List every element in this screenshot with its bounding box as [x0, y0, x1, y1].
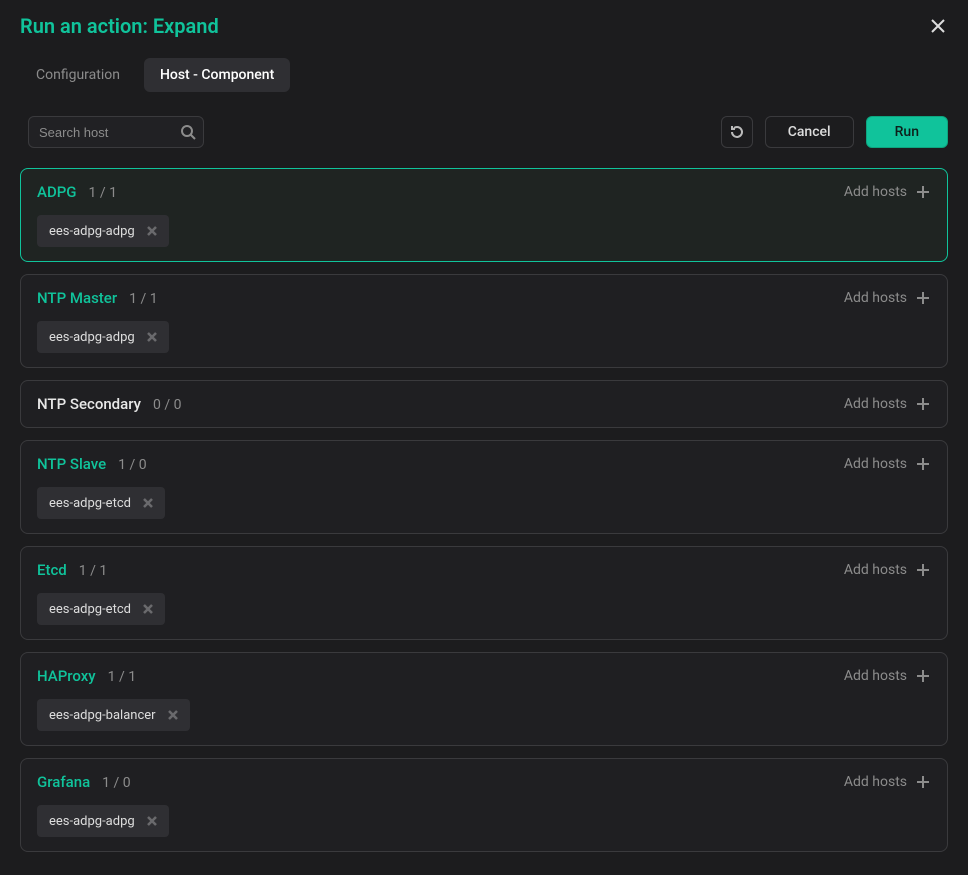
host-tags: ees-adpg-adpg	[37, 805, 931, 837]
group-title-wrap: Etcd 1 / 1	[37, 561, 107, 579]
add-hosts-button[interactable]: Add hosts	[844, 396, 931, 412]
group-count: 1 / 1	[129, 291, 157, 307]
add-hosts-label: Add hosts	[844, 562, 907, 578]
group-header: NTP Slave 1 / 0 Add hosts	[37, 455, 931, 473]
add-hosts-button[interactable]: Add hosts	[844, 774, 931, 790]
host-tag-label: ees-adpg-adpg	[49, 224, 135, 239]
group-name: Etcd	[37, 561, 67, 579]
close-icon	[930, 18, 946, 34]
tab-bar: Configuration Host - Component	[0, 40, 968, 92]
group-header: ADPG 1 / 1 Add hosts	[37, 183, 931, 201]
group-count: 1 / 1	[89, 185, 117, 201]
search-input[interactable]	[28, 116, 204, 148]
remove-host-icon[interactable]	[145, 814, 159, 828]
host-tag[interactable]: ees-adpg-adpg	[37, 321, 169, 353]
add-hosts-label: Add hosts	[844, 456, 907, 472]
host-tag[interactable]: ees-adpg-etcd	[37, 487, 165, 519]
host-tag-label: ees-adpg-etcd	[49, 602, 131, 617]
component-group: Etcd 1 / 1 Add hosts ees-adpg-etcd	[20, 546, 948, 640]
plus-icon	[915, 562, 931, 578]
group-header: Grafana 1 / 0 Add hosts	[37, 773, 931, 791]
remove-host-icon[interactable]	[141, 602, 155, 616]
reset-button[interactable]	[721, 116, 753, 148]
cancel-button[interactable]: Cancel	[765, 116, 854, 148]
host-tags: ees-adpg-adpg	[37, 215, 931, 247]
groups-list: ADPG1 / 1Add hostsees-adpg-adpgNTP Maste…	[0, 168, 968, 872]
add-hosts-button[interactable]: Add hosts	[844, 290, 931, 306]
plus-icon	[915, 184, 931, 200]
add-hosts-label: Add hosts	[844, 290, 907, 306]
add-hosts-label: Add hosts	[844, 774, 907, 790]
plus-icon	[915, 396, 931, 412]
refresh-icon	[729, 124, 745, 140]
remove-host-icon[interactable]	[166, 708, 180, 722]
remove-host-icon[interactable]	[145, 330, 159, 344]
host-tag-label: ees-adpg-adpg	[49, 814, 135, 829]
group-title-wrap: NTP Slave 1 / 0	[37, 455, 147, 473]
search-icon	[180, 124, 196, 140]
remove-host-icon[interactable]	[145, 224, 159, 238]
tab-configuration[interactable]: Configuration	[20, 58, 136, 92]
component-group: HAProxy 1 / 1 Add hosts ees-adpg-balancer	[20, 652, 948, 746]
plus-icon	[915, 668, 931, 684]
host-tags: ees-adpg-etcd	[37, 487, 931, 519]
group-name: NTP Master	[37, 289, 117, 307]
component-group: Grafana 1 / 0 Add hosts ees-adpg-adpg	[20, 758, 948, 852]
host-tags: ees-adpg-etcd	[37, 593, 931, 625]
tab-host-component[interactable]: Host - Component	[144, 58, 290, 92]
add-hosts-button[interactable]: Add hosts	[844, 562, 931, 578]
group-title-wrap: NTP Secondary 0 / 0	[37, 395, 181, 413]
search-wrap	[28, 116, 204, 148]
add-hosts-button[interactable]: Add hosts	[844, 184, 931, 200]
add-hosts-button[interactable]: Add hosts	[844, 668, 931, 684]
group-title-wrap: ADPG 1 / 1	[37, 183, 117, 201]
group-count: 1 / 1	[108, 669, 136, 685]
component-group: NTP Slave 1 / 0 Add hosts ees-adpg-etcd	[20, 440, 948, 534]
group-header: Etcd 1 / 1 Add hosts	[37, 561, 931, 579]
component-group: NTP Master 1 / 1 Add hosts ees-adpg-adpg	[20, 274, 948, 368]
close-button[interactable]	[924, 12, 952, 40]
group-count: 1 / 1	[79, 563, 107, 579]
run-button[interactable]: Run	[866, 116, 948, 148]
group-title-wrap: HAProxy 1 / 1	[37, 667, 136, 685]
host-tags: ees-adpg-balancer	[37, 699, 931, 731]
host-tag[interactable]: ees-adpg-adpg	[37, 215, 169, 247]
group-header: NTP Master 1 / 1 Add hosts	[37, 289, 931, 307]
component-group: NTP Secondary 0 / 0 Add hosts	[20, 380, 948, 428]
host-tag[interactable]: ees-adpg-etcd	[37, 593, 165, 625]
group-name: HAProxy	[37, 667, 96, 685]
component-group: ADPG 1 / 1 Add hosts ees-adpg-adpg	[20, 168, 948, 262]
remove-host-icon[interactable]	[141, 496, 155, 510]
host-tag[interactable]: ees-adpg-adpg	[37, 805, 169, 837]
host-tag-label: ees-adpg-balancer	[49, 708, 156, 723]
group-name: Grafana	[37, 773, 90, 791]
group-header: NTP Secondary 0 / 0 Add hosts	[37, 395, 931, 413]
host-tag-label: ees-adpg-adpg	[49, 330, 135, 345]
group-name: NTP Secondary	[37, 395, 141, 413]
group-name: NTP Slave	[37, 455, 106, 473]
add-hosts-button[interactable]: Add hosts	[844, 456, 931, 472]
dialog-title: Run an action: Expand	[20, 14, 219, 38]
group-title-wrap: Grafana 1 / 0	[37, 773, 131, 791]
group-title-wrap: NTP Master 1 / 1	[37, 289, 158, 307]
host-tag[interactable]: ees-adpg-balancer	[37, 699, 190, 731]
add-hosts-label: Add hosts	[844, 184, 907, 200]
group-name: ADPG	[37, 183, 77, 201]
plus-icon	[915, 456, 931, 472]
plus-icon	[915, 774, 931, 790]
add-hosts-label: Add hosts	[844, 668, 907, 684]
add-hosts-label: Add hosts	[844, 396, 907, 412]
group-count: 1 / 0	[102, 775, 130, 791]
group-header: HAProxy 1 / 1 Add hosts	[37, 667, 931, 685]
plus-icon	[915, 290, 931, 306]
host-tags: ees-adpg-adpg	[37, 321, 931, 353]
toolbar: Cancel Run	[0, 92, 968, 168]
group-count: 0 / 0	[153, 397, 181, 413]
group-count: 1 / 0	[118, 457, 146, 473]
host-tag-label: ees-adpg-etcd	[49, 496, 131, 511]
